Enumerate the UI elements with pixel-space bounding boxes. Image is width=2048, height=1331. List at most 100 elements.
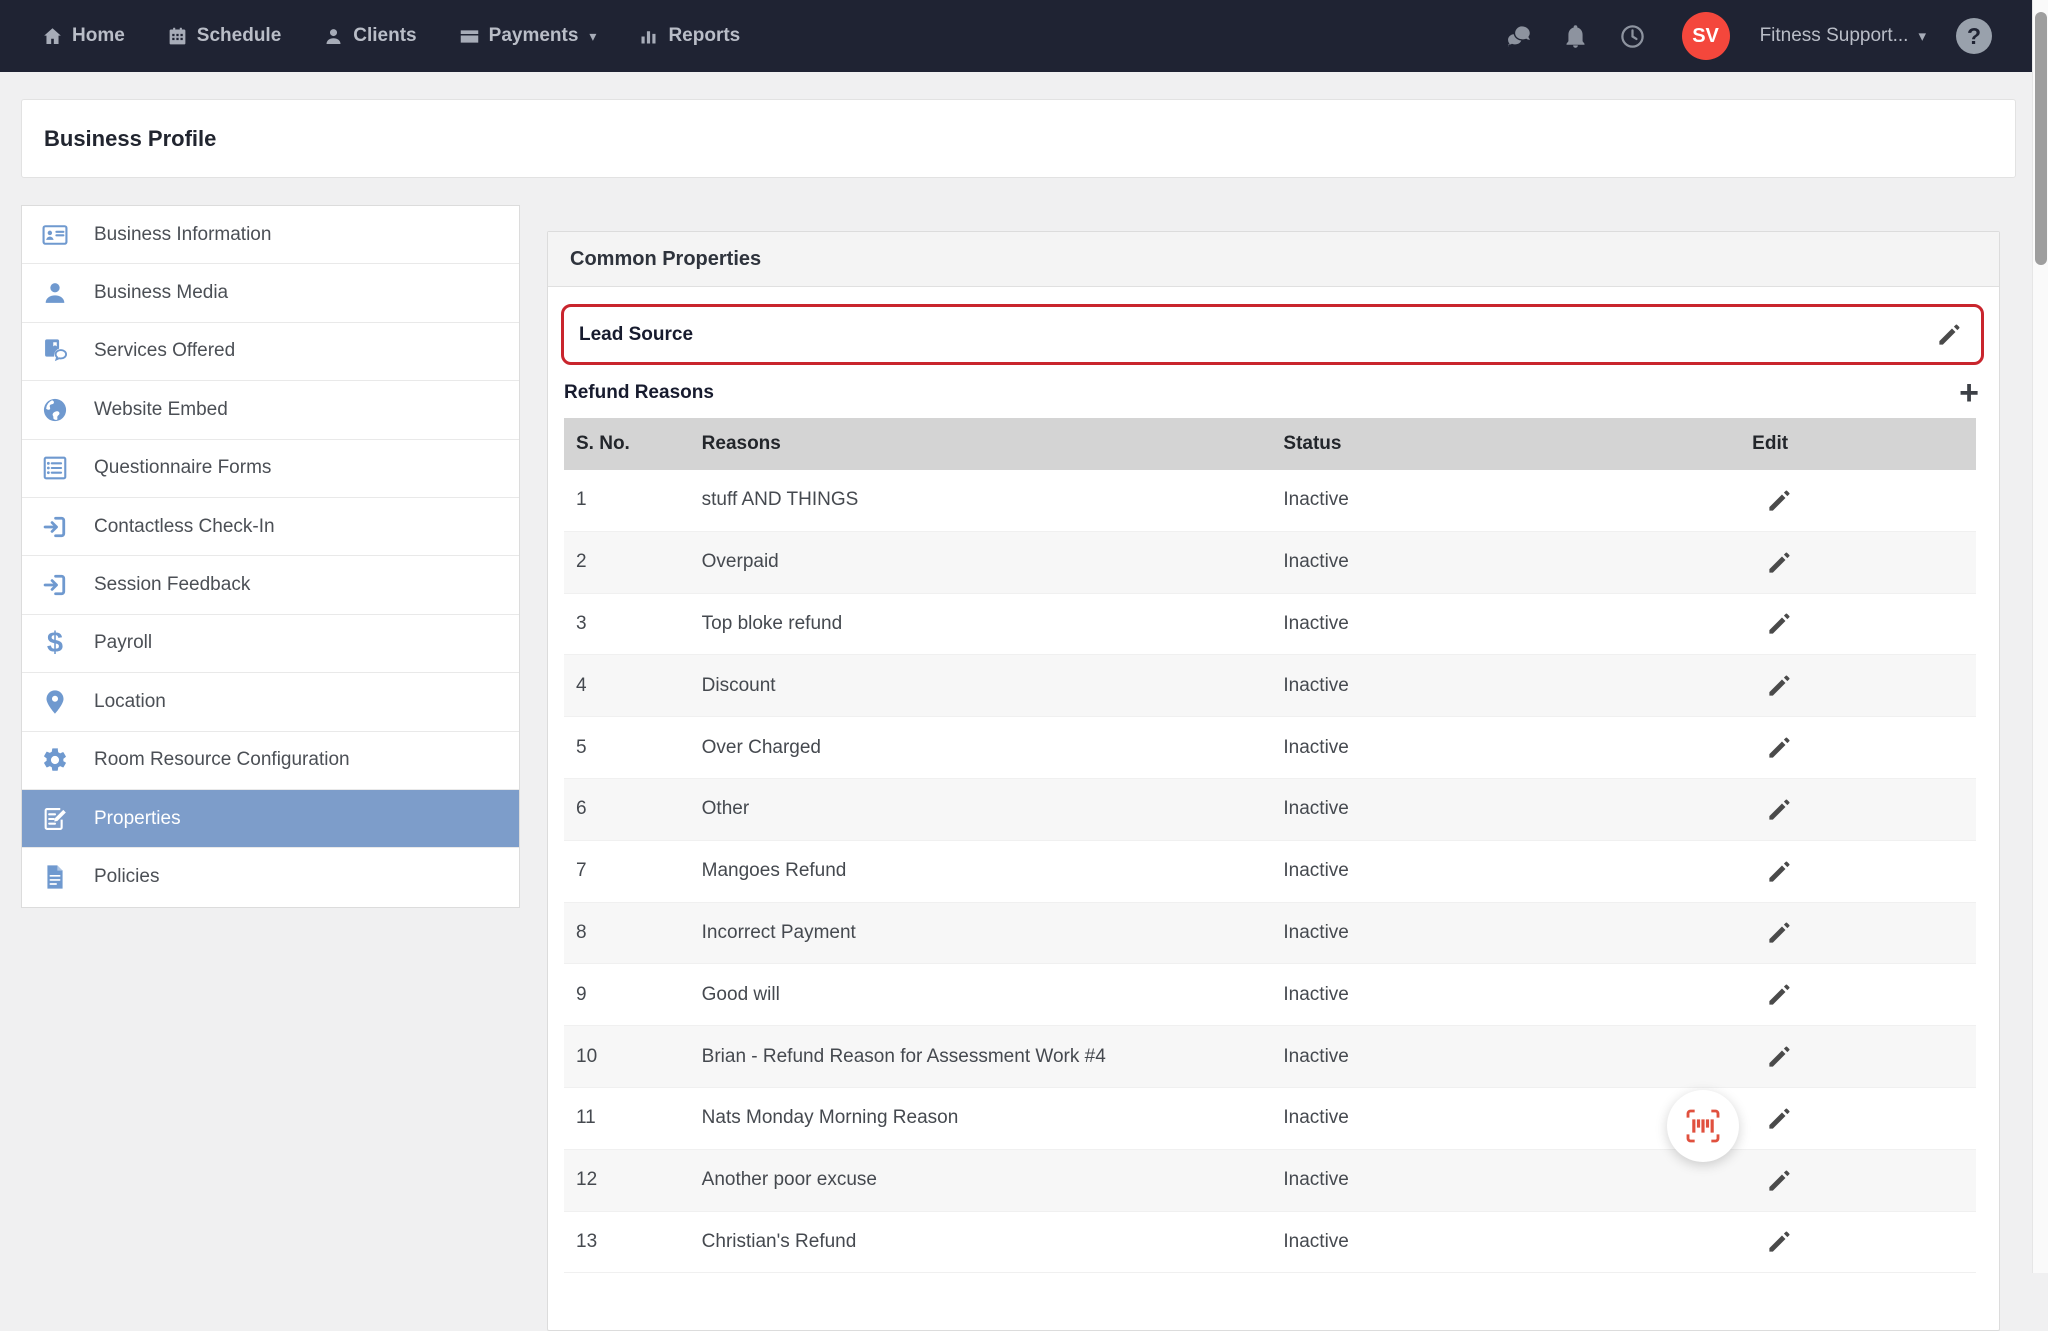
table-row: 12Another poor excuseInactive [564, 1150, 1976, 1212]
add-icon[interactable]: + [1953, 379, 1985, 407]
table-row: 4DiscountInactive [564, 655, 1976, 717]
edit-pencil-icon[interactable] [1766, 1167, 1793, 1194]
row-sno: 1 [564, 489, 690, 511]
main-panel: Common Properties Lead Source Refund Rea… [547, 231, 2000, 1331]
row-sno: 4 [564, 675, 690, 697]
row-edit-cell [1740, 1228, 1976, 1255]
nav-clients[interactable]: Clients [323, 25, 416, 47]
table-row: 10Brian - Refund Reason for Assessment W… [564, 1026, 1976, 1088]
nav-home[interactable]: Home [42, 25, 125, 47]
edit-pencil-icon[interactable] [1936, 321, 1963, 348]
row-status: Inactive [1271, 737, 1740, 759]
nav-right-cluster: SV Fitness Support... ▾ ? [1505, 12, 1992, 60]
sidebar-item-label: Session Feedback [94, 574, 250, 596]
sidebar-item-business-media[interactable]: Business Media [22, 264, 519, 322]
sidebar-item-questionnaire-forms[interactable]: Questionnaire Forms [22, 440, 519, 498]
sign-in-icon [41, 513, 69, 541]
row-edit-cell [1740, 1043, 1976, 1070]
sidebar-item-label: Policies [94, 866, 159, 888]
nav-schedule[interactable]: Schedule [167, 25, 281, 47]
row-sno: 8 [564, 922, 690, 944]
sidebar-item-properties[interactable]: Properties [22, 790, 519, 848]
row-edit-cell [1740, 1105, 1976, 1132]
row-reason: stuff AND THINGS [690, 489, 1272, 511]
sidebar-item-location[interactable]: Location [22, 673, 519, 731]
account-label: Fitness Support... [1760, 25, 1909, 47]
sidebar-item-label: Website Embed [94, 399, 228, 421]
sidebar-item-label: Contactless Check-In [94, 516, 275, 538]
row-edit-cell [1740, 981, 1976, 1008]
row-edit-cell [1740, 549, 1976, 576]
sidebar-item-business-information[interactable]: Business Information [22, 206, 519, 264]
row-reason: Overpaid [690, 551, 1272, 573]
avatar[interactable]: SV [1682, 12, 1730, 60]
chat-icon[interactable] [1505, 23, 1532, 50]
sidebar-item-label: Business Media [94, 282, 228, 304]
scrollbar[interactable] [2032, 0, 2048, 1273]
bell-icon[interactable] [1562, 23, 1589, 50]
edit-pencil-icon[interactable] [1766, 858, 1793, 885]
user-icon [323, 26, 344, 47]
list-icon [41, 454, 69, 482]
edit-pencil-icon[interactable] [1766, 796, 1793, 823]
sidebar-item-contactless-check-in[interactable]: Contactless Check-In [22, 498, 519, 556]
sidebar-item-website-embed[interactable]: Website Embed [22, 381, 519, 439]
row-edit-cell [1740, 858, 1976, 885]
row-status: Inactive [1271, 860, 1740, 882]
nav-schedule-label: Schedule [197, 25, 281, 47]
scrollbar-thumb[interactable] [2035, 12, 2047, 265]
row-edit-cell [1740, 1167, 1976, 1194]
edit-pencil-icon[interactable] [1766, 734, 1793, 761]
sidebar-item-label: Business Information [94, 224, 271, 246]
sidebar-item-session-feedback[interactable]: Session Feedback [22, 556, 519, 614]
sidebar-item-label: Properties [94, 808, 181, 830]
edit-pencil-icon[interactable] [1766, 610, 1793, 637]
navbar: Home Schedule Clients Payments ▾ Reports… [0, 0, 2032, 72]
sidebar-item-label: Services Offered [94, 340, 235, 362]
row-edit-cell [1740, 672, 1976, 699]
row-edit-cell [1740, 734, 1976, 761]
edit-pencil-icon[interactable] [1766, 1105, 1793, 1132]
row-sno: 6 [564, 798, 690, 820]
edit-note-icon [41, 805, 69, 833]
edit-pencil-icon[interactable] [1766, 919, 1793, 946]
refund-table-body: 1stuff AND THINGSInactive2OverpaidInacti… [564, 470, 1976, 1273]
clock-icon[interactable] [1619, 23, 1646, 50]
table-row: 9Good willInactive [564, 964, 1976, 1026]
edit-pencil-icon[interactable] [1766, 672, 1793, 699]
edit-pencil-icon[interactable] [1766, 487, 1793, 514]
row-edit-cell [1740, 796, 1976, 823]
nav-home-label: Home [72, 25, 125, 47]
sidebar-item-label: Location [94, 691, 166, 713]
chevron-down-icon: ▾ [589, 28, 596, 45]
sidebar-item-policies[interactable]: Policies [22, 848, 519, 906]
sidebar-item-payroll[interactable]: $ Payroll [22, 615, 519, 673]
page-title-card: Business Profile [21, 99, 2016, 178]
row-status: Inactive [1271, 675, 1740, 697]
edit-pencil-icon[interactable] [1766, 1228, 1793, 1255]
sidebar-item-room-resource-configuration[interactable]: Room Resource Configuration [22, 732, 519, 790]
document-icon [41, 863, 69, 891]
row-edit-cell [1740, 487, 1976, 514]
nav-payments[interactable]: Payments ▾ [459, 25, 597, 47]
row-sno: 11 [564, 1107, 690, 1129]
bar-chart-icon [638, 26, 659, 47]
row-reason: Discount [690, 675, 1272, 697]
credit-card-icon [459, 26, 480, 47]
row-reason: Top bloke refund [690, 613, 1272, 635]
nav-reports[interactable]: Reports [638, 25, 740, 47]
sidebar-item-services-offered[interactable]: Services Offered [22, 323, 519, 381]
edit-pencil-icon[interactable] [1766, 1043, 1793, 1070]
panel-title: Common Properties [570, 248, 761, 271]
row-sno: 12 [564, 1169, 690, 1191]
refund-reasons-table: S. No. Reasons Status Edit 1stuff AND TH… [564, 418, 1976, 1273]
edit-pencil-icon[interactable] [1766, 981, 1793, 1008]
lead-source-row[interactable]: Lead Source [561, 304, 1984, 365]
row-status: Inactive [1271, 1046, 1740, 1068]
edit-pencil-icon[interactable] [1766, 549, 1793, 576]
account-menu[interactable]: Fitness Support... ▾ [1760, 25, 1926, 47]
help-icon[interactable]: ? [1956, 18, 1992, 54]
book-chat-icon [41, 337, 69, 365]
nav-menu: Home Schedule Clients Payments ▾ Reports [42, 25, 740, 47]
row-edit-cell [1740, 919, 1976, 946]
